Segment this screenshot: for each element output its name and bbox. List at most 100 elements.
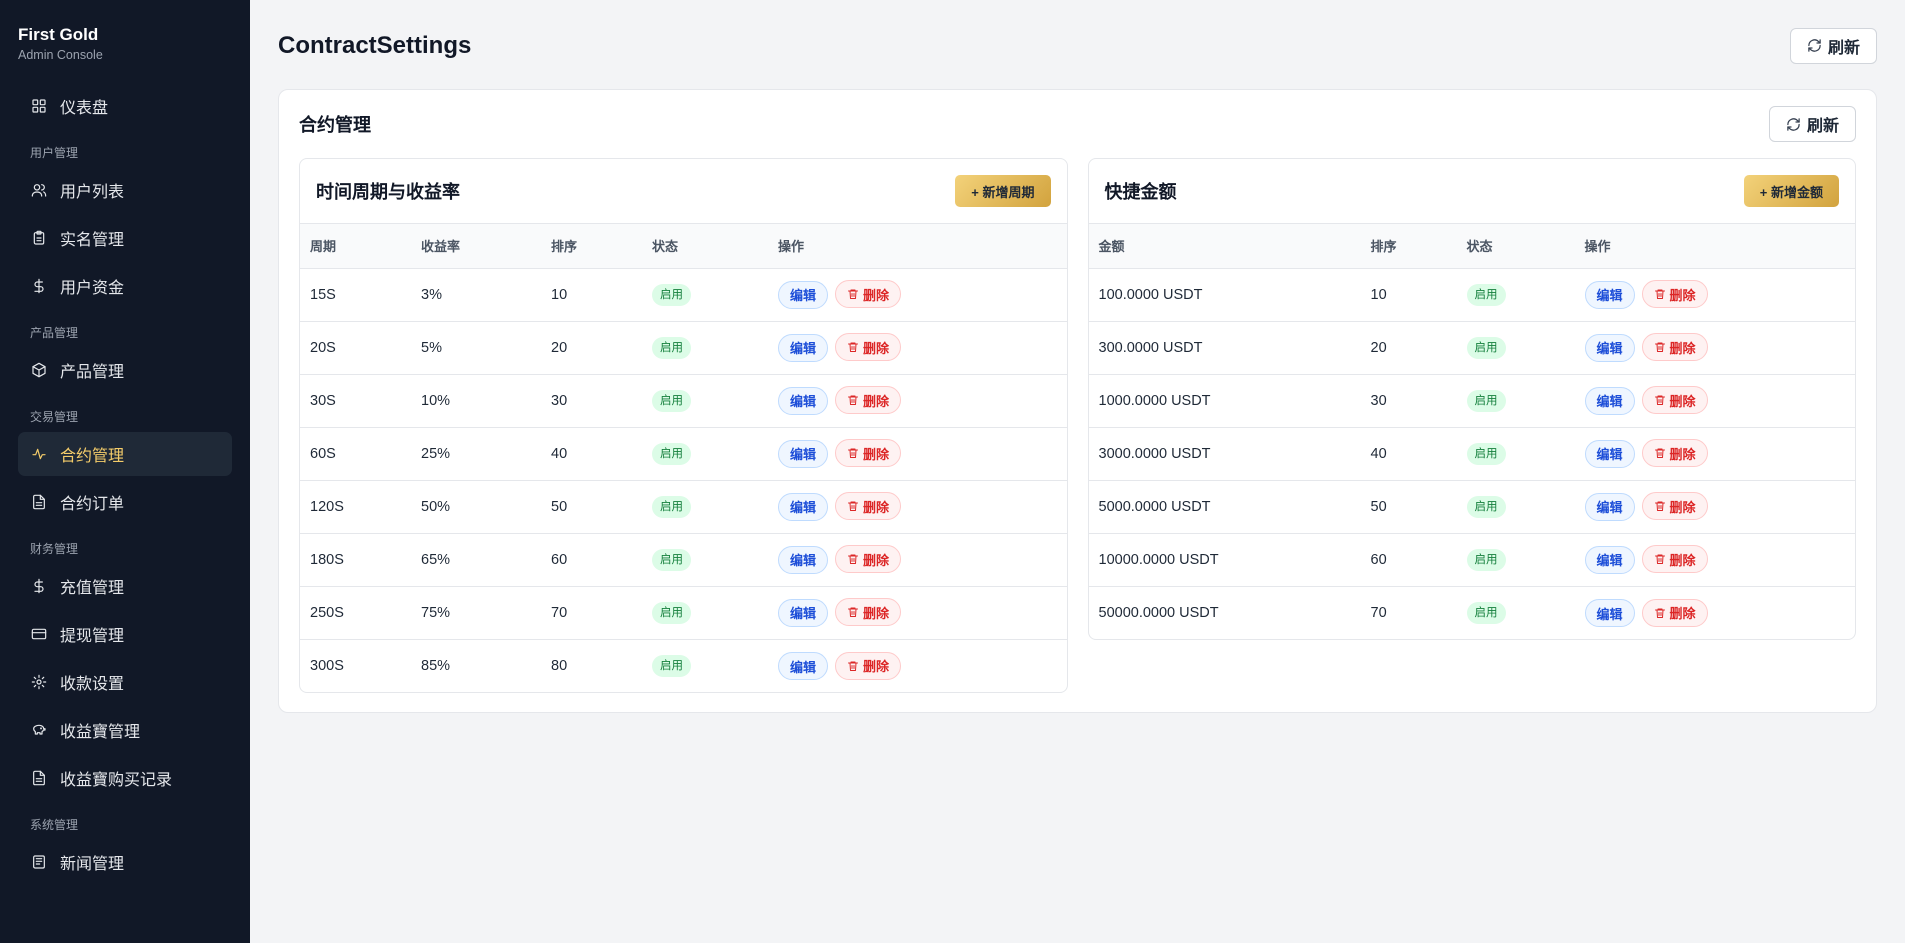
edit-button[interactable]: 编辑 — [1584, 545, 1635, 574]
sidebar-item-label: 充值管理 — [60, 580, 125, 597]
delete-button[interactable]: 删除 — [835, 651, 902, 680]
delete-label: 删除 — [863, 340, 890, 356]
column-header-status: 状态 — [642, 224, 768, 269]
delete-button[interactable]: 删除 — [835, 333, 902, 362]
edit-button[interactable]: 编辑 — [1584, 386, 1635, 415]
delete-button[interactable]: 删除 — [1641, 439, 1708, 468]
sort-cell: 40 — [541, 427, 642, 481]
status-badge: 启用 — [1466, 601, 1506, 624]
sidebar-item-contract-mgmt[interactable]: 合约管理 — [18, 432, 232, 476]
trash-icon — [1654, 289, 1665, 300]
edit-button[interactable]: 编辑 — [1584, 439, 1635, 468]
actions-cell: 编辑 删除 — [1574, 533, 1855, 587]
delete-label: 删除 — [1669, 606, 1696, 621]
delete-button[interactable]: 删除 — [1641, 333, 1708, 362]
amount-cell: 300.0000 USDT — [1088, 321, 1361, 375]
amount-cell: 1000.0000 USDT — [1088, 374, 1361, 428]
delete-button[interactable]: 删除 — [835, 386, 902, 415]
sort-cell: 60 — [541, 533, 642, 587]
sidebar-item-product-mgmt[interactable]: 产品管理 — [18, 348, 232, 392]
clipboard-icon — [30, 229, 48, 247]
delete-button[interactable]: 删除 — [835, 439, 902, 468]
page-header: ContractSettings 刷新 — [278, 0, 1877, 89]
sidebar-item-dashboard[interactable]: 仪表盘 — [18, 84, 232, 128]
sidebar-item-kyc[interactable]: 实名管理 — [18, 216, 232, 260]
delete-label: 删除 — [1669, 393, 1696, 409]
period-cell: 300S — [310, 657, 344, 674]
sidebar-item-contract-orders[interactable]: 合约订单 — [18, 480, 232, 524]
refresh-label: 刷新 — [1806, 118, 1839, 135]
sort-cell: 50 — [541, 480, 642, 534]
sidebar-item-user-funds[interactable]: 用户资金 — [18, 264, 232, 308]
sidebar-item-payment-settings[interactable]: 收款设置 — [18, 660, 232, 704]
edit-button[interactable]: 编辑 — [1584, 599, 1635, 627]
table-row: 60S 25% 40 启用 编辑 删除 — [300, 427, 1067, 481]
actions-cell: 编辑 删除 — [768, 321, 1067, 375]
sidebar-item-news-mgmt[interactable]: 新闻管理 — [18, 840, 232, 884]
table-row: 300.0000 USDT 20 启用 编辑 删除 — [1088, 321, 1855, 375]
add-period-button[interactable]: + 新增周期 — [955, 175, 1051, 207]
edit-button[interactable]: 编辑 — [778, 280, 829, 309]
sidebar-item-label: 用户资金 — [60, 280, 125, 297]
sort-cell: 30 — [1360, 374, 1457, 428]
sidebar-item-label: 产品管理 — [60, 364, 125, 381]
actions-cell: 编辑 删除 — [768, 533, 1067, 587]
edit-button[interactable]: 编辑 — [1584, 492, 1635, 521]
status-cell: 启用 — [1456, 427, 1575, 481]
delete-button[interactable]: 删除 — [1641, 545, 1708, 574]
table-row: 250S 75% 70 启用 编辑 删除 — [300, 586, 1067, 640]
delete-button[interactable]: 删除 — [1641, 280, 1708, 309]
delete-button[interactable]: 删除 — [1641, 598, 1708, 627]
sidebar-item-yield-mgmt[interactable]: 收益寶管理 — [18, 708, 232, 752]
sidebar-item-yield-records[interactable]: 收益寶购买记录 — [18, 756, 232, 800]
edit-button[interactable]: 编辑 — [1584, 280, 1635, 309]
amounts-panel-title: 快捷金额 — [1104, 182, 1177, 202]
sidebar-item-user-list[interactable]: 用户列表 — [18, 168, 232, 212]
delete-button[interactable]: 删除 — [835, 492, 902, 521]
status-badge: 启用 — [652, 442, 691, 465]
piggy-bank-icon — [30, 721, 48, 739]
periods-table-body: 15S 3% 10 启用 编辑 删除 20S 5% 20 启用 编辑 删除 30S 10% 30 启用 编辑 删除… — [300, 268, 1067, 692]
edit-button[interactable]: 编辑 — [778, 439, 829, 468]
trash-icon — [848, 395, 859, 406]
header-refresh-button[interactable]: 刷新 — [1789, 27, 1877, 64]
status-cell: 启用 — [642, 586, 768, 640]
grid-icon — [30, 97, 48, 115]
delete-button[interactable]: 删除 — [835, 280, 902, 309]
delete-button[interactable]: 删除 — [1641, 492, 1708, 521]
status-badge: 启用 — [1466, 283, 1506, 306]
period-cell: 120S — [300, 480, 411, 534]
gear-icon — [30, 673, 48, 691]
trash-icon — [848, 289, 859, 300]
edit-button[interactable]: 编辑 — [778, 652, 829, 680]
amount-cell: 3000.0000 USDT — [1088, 427, 1361, 481]
add-amount-button[interactable]: + 新增金额 — [1743, 175, 1839, 207]
amounts-panel-header: 快捷金额 + 新增金额 — [1088, 159, 1855, 224]
periods-panel: 时间周期与收益率 + 新增周期 周期 收益率 排序 状态 操作 15S 3% 1… — [299, 158, 1068, 693]
contract-management-card: 合约管理 刷新 时间周期与收益率 + 新增周期 周期 收益率 排序 状态 操作 … — [278, 89, 1877, 713]
rate-cell: 25% — [411, 427, 541, 481]
status-cell: 启用 — [642, 374, 768, 428]
edit-button[interactable]: 编辑 — [778, 545, 829, 574]
sidebar-item-withdraw-mgmt[interactable]: 提现管理 — [18, 612, 232, 656]
status-badge: 启用 — [1466, 442, 1506, 465]
edit-button[interactable]: 编辑 — [778, 333, 829, 362]
edit-button[interactable]: 编辑 — [778, 598, 829, 627]
trash-icon — [848, 554, 859, 565]
file-icon — [30, 493, 48, 511]
edit-button[interactable]: 编辑 — [778, 492, 829, 521]
sort-cell: 30 — [541, 374, 642, 428]
delete-button[interactable]: 删除 — [835, 598, 902, 627]
trash-icon — [1654, 501, 1665, 512]
card-refresh-button[interactable]: 刷新 — [1768, 106, 1856, 142]
edit-button[interactable]: 编辑 — [1584, 333, 1635, 362]
column-header-amount: 金额 — [1088, 224, 1361, 269]
status-badge: 启用 — [1466, 389, 1506, 412]
delete-button[interactable]: 删除 — [1641, 386, 1708, 415]
delete-button[interactable]: 删除 — [835, 545, 902, 574]
sidebar-item-deposit-mgmt[interactable]: 充值管理 — [18, 564, 232, 608]
status-cell: 启用 — [1456, 533, 1575, 587]
actions-cell: 编辑 删除 — [768, 427, 1067, 481]
status-cell: 启用 — [1456, 374, 1575, 428]
edit-button[interactable]: 编辑 — [778, 386, 829, 415]
